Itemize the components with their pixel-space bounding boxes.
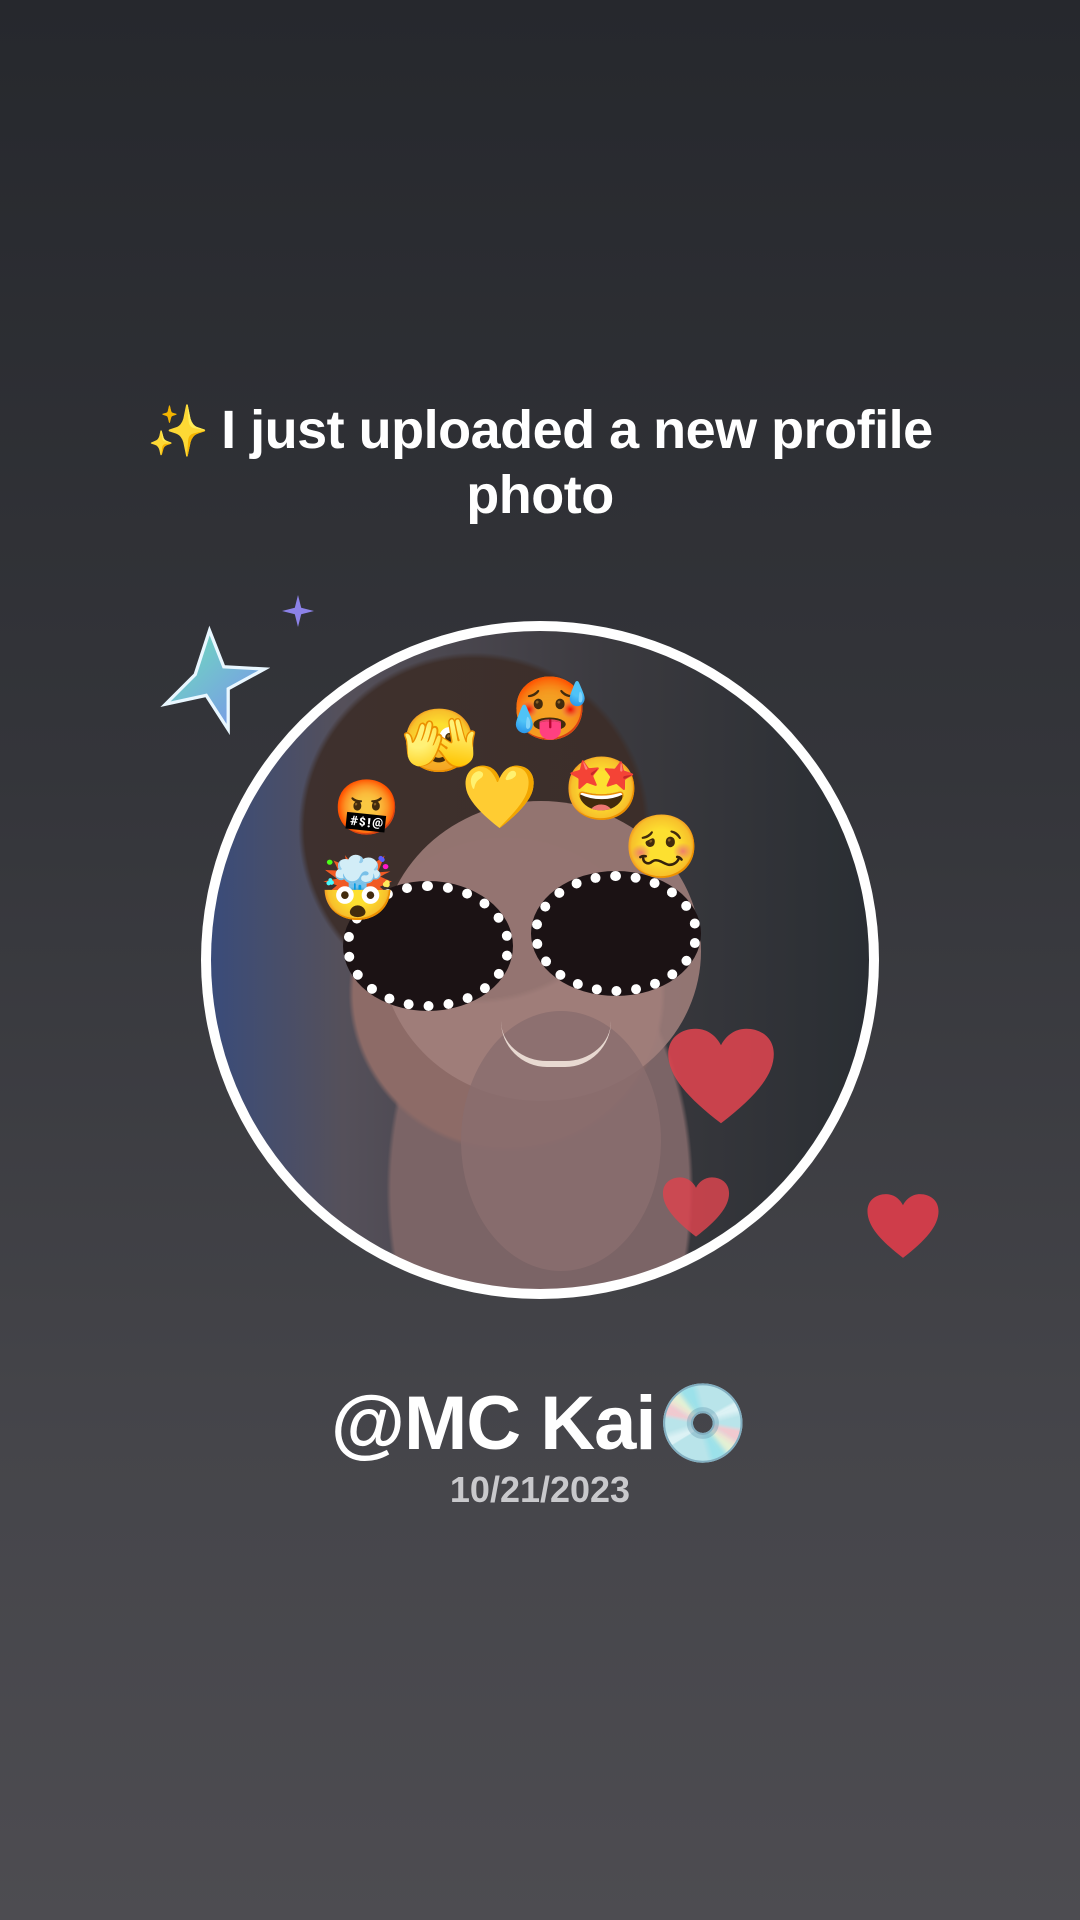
star-small-purple-icon [282, 595, 314, 631]
face-emoji-icon: 🥵 [511, 675, 589, 744]
heart-emoji-icon: 💛 [461, 763, 539, 832]
headline: ✨ I just uploaded a new profile photo [140, 398, 940, 527]
username: @MC Kai💿 [330, 1381, 750, 1466]
face-emoji-icon: 🤩 [563, 755, 641, 824]
heart-icon [661, 1176, 731, 1242]
star-teal-icon [160, 625, 271, 739]
face-emoji-icon: 🤯 [319, 855, 397, 924]
sparkles-icon: ✨ [147, 403, 210, 459]
sunglasses [531, 871, 701, 996]
profile-photo-frame: 🫣 🥵 🤬 💛 🤩 🥴 🤯 [201, 621, 879, 1299]
face-emoji-icon: 🤬 [333, 778, 401, 838]
face-emoji-icon: 🥴 [623, 813, 701, 882]
headline-text: I just uploaded a new profile photo [221, 400, 933, 525]
profile-photo: 🫣 🥵 🤬 💛 🤩 🥴 🤯 [211, 631, 869, 1289]
heart-icon [666, 1026, 776, 1130]
upload-date: 10/21/2023 [449, 1469, 631, 1510]
heart-icon [866, 1192, 940, 1264]
